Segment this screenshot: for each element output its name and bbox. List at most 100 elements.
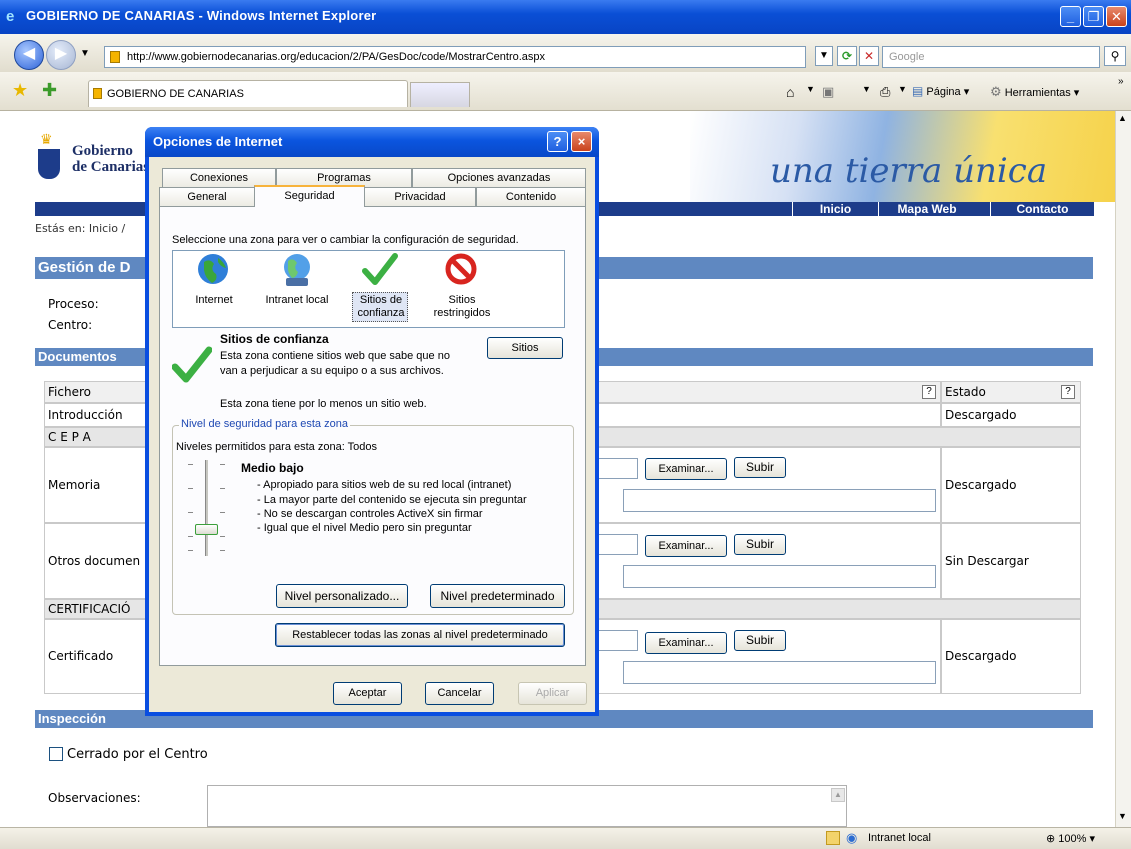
scroll-up-icon[interactable]: ▲ bbox=[1118, 113, 1127, 123]
forward-button[interactable]: ▶ bbox=[46, 40, 76, 70]
maximize-button[interactable]: ❐ bbox=[1083, 6, 1104, 27]
help-icon[interactable]: ? bbox=[1061, 385, 1075, 399]
home-icon[interactable]: ⌂ bbox=[786, 84, 794, 100]
zone-sitios-restringidos[interactable]: Sitios restringidos bbox=[424, 252, 500, 324]
tab-seguridad[interactable]: Seguridad bbox=[254, 185, 365, 207]
zone-sitios-de-confianza[interactable]: Sitios de confianza bbox=[350, 252, 412, 324]
search-input[interactable]: Google bbox=[882, 46, 1100, 68]
status-zone[interactable]: Intranet local bbox=[868, 832, 931, 844]
slider-tick bbox=[220, 464, 225, 465]
sitios-button[interactable]: Sitios bbox=[487, 337, 563, 359]
row-name: C E P A bbox=[48, 430, 91, 444]
zone-internet[interactable]: Internet bbox=[180, 252, 248, 312]
help-icon[interactable]: ? bbox=[922, 385, 936, 399]
print-dropdown-icon[interactable]: ▼ bbox=[898, 84, 907, 94]
nav-inicio[interactable]: Inicio bbox=[792, 202, 878, 216]
refresh-icon[interactable]: ⟳ bbox=[837, 46, 857, 66]
address-input[interactable]: http://www.gobiernodecanarias.org/educac… bbox=[104, 46, 806, 68]
tools-menu[interactable]: ⚙ Herramientas ▾ bbox=[990, 84, 1079, 100]
address-dropdown-icon[interactable]: ▼ bbox=[815, 46, 833, 66]
tools-menu-label: Herramientas bbox=[1004, 87, 1071, 99]
search-icon[interactable]: ⚲ bbox=[1104, 46, 1126, 66]
print-icon[interactable]: ⎙ bbox=[880, 84, 890, 100]
subir-button[interactable]: Subir bbox=[734, 630, 786, 651]
trusted-checkmark-icon bbox=[362, 253, 398, 285]
dialog-help-button[interactable]: ? bbox=[547, 131, 568, 152]
cerrado-checkbox[interactable] bbox=[49, 747, 63, 761]
feeds-icon[interactable]: ▣ bbox=[822, 84, 834, 100]
security-lock-icon bbox=[826, 831, 840, 845]
scroll-down-icon[interactable]: ▼ bbox=[1118, 811, 1127, 821]
aplicar-button[interactable]: Aplicar bbox=[518, 682, 587, 705]
file-path-input[interactable] bbox=[598, 458, 638, 479]
slider-thumb[interactable] bbox=[195, 524, 218, 535]
cancelar-button[interactable]: Cancelar bbox=[425, 682, 494, 705]
history-dropdown-icon[interactable]: ▼ bbox=[80, 48, 90, 59]
custom-level-button[interactable]: Nivel personalizado... bbox=[276, 584, 408, 608]
group-title: Nivel de seguridad para esta zona bbox=[179, 418, 350, 430]
dialog-close-button[interactable]: × bbox=[571, 131, 592, 152]
row-name: Certificado bbox=[48, 649, 114, 663]
address-url: http://www.gobiernodecanarias.org/educac… bbox=[127, 51, 546, 63]
row-status: Descargado bbox=[941, 619, 1081, 694]
comment-input[interactable] bbox=[623, 661, 936, 684]
chevron-more-icon[interactable]: » bbox=[1118, 76, 1124, 87]
favorites-star-icon[interactable]: ★ bbox=[12, 80, 28, 101]
textarea-scroll-up-icon[interactable]: ▲ bbox=[831, 788, 845, 802]
subir-button[interactable]: Subir bbox=[734, 534, 786, 555]
file-path-input[interactable] bbox=[598, 630, 638, 651]
row-status: Descargado bbox=[941, 447, 1081, 523]
examinar-button[interactable]: Examinar... bbox=[645, 535, 727, 557]
nav-mapa-web[interactable]: Mapa Web bbox=[878, 202, 975, 216]
level-point: - La mayor parte del contenido se ejecut… bbox=[257, 494, 527, 506]
status-zoom-value: 100% bbox=[1058, 833, 1087, 845]
window-title-bar: e GOBIERNO DE CANARIAS - Windows Interne… bbox=[0, 0, 1131, 34]
zone-instruction: Seleccione una zona para ver o cambiar l… bbox=[172, 234, 519, 246]
zone-label: Internet bbox=[195, 294, 233, 306]
proceso-label: Proceso: bbox=[48, 297, 99, 311]
close-button[interactable]: ✕ bbox=[1106, 6, 1127, 27]
file-path-input[interactable] bbox=[598, 534, 638, 555]
back-button[interactable]: ◀ bbox=[14, 40, 44, 70]
inspeccion-header-text: Inspección bbox=[38, 711, 106, 726]
zone-description-1: Esta zona contiene sitios web que sabe q… bbox=[220, 350, 450, 362]
examinar-button[interactable]: Examinar... bbox=[645, 632, 727, 654]
tab-opciones-avanzadas[interactable]: Opciones avanzadas bbox=[412, 168, 586, 187]
stop-icon[interactable]: ✕ bbox=[859, 46, 879, 66]
observaciones-textarea[interactable]: ▲ bbox=[207, 785, 847, 827]
row-status-text: Descargado bbox=[945, 478, 1017, 492]
slider-tick bbox=[220, 536, 225, 537]
site-logo-text: Gobierno de Canarias bbox=[72, 143, 149, 175]
zone-intranet-local[interactable]: Intranet local bbox=[256, 252, 338, 312]
nav-contacto[interactable]: Contacto bbox=[990, 202, 1094, 216]
status-bar: ◉ Intranet local ⊕ 100% ▾ bbox=[0, 827, 1131, 849]
slider-tick bbox=[188, 464, 193, 465]
vertical-scrollbar[interactable]: ▲ ▼ bbox=[1115, 111, 1131, 827]
status-zoom[interactable]: ⊕ 100% ▾ bbox=[1046, 832, 1095, 845]
row-status: Descargado bbox=[941, 403, 1081, 427]
page-menu[interactable]: ▤ Página ▾ bbox=[912, 84, 969, 98]
tab-favicon-icon bbox=[93, 88, 102, 99]
zone-label: restringidos bbox=[433, 307, 491, 319]
row-name: CERTIFICACIÓ bbox=[48, 602, 131, 616]
separator-dropdown-icon: ▼ bbox=[862, 84, 871, 94]
tab-privacidad[interactable]: Privacidad bbox=[364, 187, 476, 206]
subir-button[interactable]: Subir bbox=[734, 457, 786, 478]
reset-all-zones-button[interactable]: Restablecer todas las zonas al nivel pre… bbox=[275, 623, 565, 647]
examinar-button[interactable]: Examinar... bbox=[645, 458, 727, 480]
dialog-title: Opciones de Internet bbox=[153, 134, 283, 149]
home-dropdown-icon[interactable]: ▼ bbox=[806, 84, 815, 94]
tab-contenido[interactable]: Contenido bbox=[476, 187, 586, 206]
browser-tab[interactable]: GOBIERNO DE CANARIAS bbox=[88, 80, 408, 107]
new-tab-button[interactable] bbox=[410, 82, 470, 107]
minimize-button[interactable]: _ bbox=[1060, 6, 1081, 27]
zone-label: confianza bbox=[357, 307, 405, 319]
tab-general[interactable]: General bbox=[159, 187, 255, 206]
comment-input[interactable] bbox=[623, 565, 936, 588]
default-level-button[interactable]: Nivel predeterminado bbox=[430, 584, 565, 608]
add-favorite-icon[interactable]: ✚ bbox=[42, 80, 57, 101]
page-menu-label: Página bbox=[926, 86, 961, 98]
comment-input[interactable] bbox=[623, 489, 936, 512]
aceptar-button[interactable]: Aceptar bbox=[333, 682, 402, 705]
security-level-slider[interactable] bbox=[185, 460, 230, 558]
